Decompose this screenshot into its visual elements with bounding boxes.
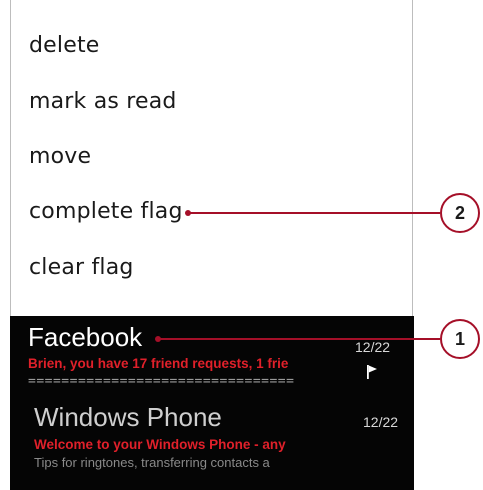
menu-item-delete[interactable]: delete: [29, 33, 100, 58]
message-list: Facebook 12/22 Brien, you have 17 friend…: [10, 316, 414, 490]
message-date: 12/22: [355, 339, 391, 355]
callout-2-number: 2: [454, 202, 465, 223]
context-menu: delete mark as read move complete flag c…: [10, 0, 413, 316]
message-preview: ================================: [28, 374, 295, 389]
menu-item-clear-flag[interactable]: clear flag: [29, 255, 134, 280]
callout-2-line: [188, 212, 440, 214]
callout-1-number: 1: [454, 328, 465, 349]
message-date: 12/22: [363, 414, 399, 430]
flag-icon: [367, 365, 377, 379]
phone-screen: delete mark as read move complete flag c…: [10, 0, 414, 490]
callout-2-badge: 2: [440, 193, 480, 233]
callout-1-line: [158, 338, 440, 340]
message-sender: Facebook: [28, 322, 143, 352]
tutorial-figure: delete mark as read move complete flag c…: [0, 0, 483, 490]
menu-item-complete-flag[interactable]: complete flag: [29, 199, 183, 224]
message-sender: Windows Phone: [34, 402, 222, 432]
message-subject: Welcome to your Windows Phone - any: [34, 437, 286, 452]
menu-item-mark-as-read[interactable]: mark as read: [29, 89, 177, 114]
message-subject: Brien, you have 17 friend requests, 1 fr…: [28, 356, 289, 371]
callout-1-badge: 1: [440, 319, 480, 359]
message-preview: Tips for ringtones, transferring contact…: [34, 455, 270, 470]
menu-item-move[interactable]: move: [29, 144, 91, 169]
